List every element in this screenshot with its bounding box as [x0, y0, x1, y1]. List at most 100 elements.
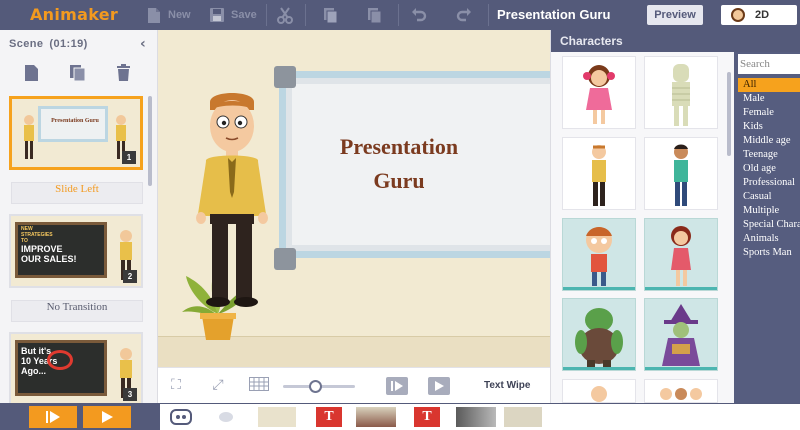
- category-search-input[interactable]: Search: [738, 54, 800, 74]
- category-female[interactable]: Female: [738, 106, 800, 120]
- trash-icon[interactable]: [114, 63, 132, 83]
- category-all[interactable]: All: [738, 78, 800, 92]
- undo-button[interactable]: [411, 4, 427, 26]
- character-card-teen[interactable]: [644, 137, 718, 210]
- characters-scrollbar[interactable]: [727, 72, 731, 156]
- project-title[interactable]: Presentation Guru: [497, 7, 610, 22]
- presenter-character-icon: [592, 145, 606, 206]
- category-professional[interactable]: Professional: [738, 176, 800, 190]
- timeline-item-character[interactable]: [258, 407, 296, 427]
- top-toolbar: Animaker New Save Presentation Guru Prev…: [0, 0, 800, 30]
- scene-panel: Scene (01:19) ‹ Presentation Guru 1 Slid…: [0, 30, 158, 406]
- category-sports-man[interactable]: Sports Man: [738, 246, 800, 260]
- scene-number-badge: 3: [123, 388, 137, 401]
- character-card-boy[interactable]: [562, 218, 636, 291]
- character-card-girl[interactable]: [562, 56, 636, 129]
- play-timeline-button[interactable]: [83, 406, 131, 428]
- scene-scrollbar[interactable]: [148, 96, 152, 186]
- cut-button[interactable]: [277, 4, 293, 26]
- transition-button-1[interactable]: Slide Left: [11, 182, 143, 204]
- whiteboard[interactable]: Presentation Guru: [279, 71, 550, 258]
- toolbar-divider: [398, 4, 399, 26]
- save-button[interactable]: Save: [209, 4, 257, 26]
- redo-icon: [456, 6, 472, 24]
- presenter-character[interactable]: [196, 88, 268, 308]
- character-icon: [24, 115, 34, 159]
- character-card-partial[interactable]: [562, 379, 636, 403]
- timeline-item-character[interactable]: [504, 407, 542, 427]
- category-middle-age[interactable]: Middle age: [738, 134, 800, 148]
- character-card-group-partial[interactable]: [644, 379, 718, 403]
- scene-thumbnail-1[interactable]: Presentation Guru 1: [9, 96, 143, 170]
- scene-thumbnail-3[interactable]: But it's 10 Years Ago... 3: [9, 332, 143, 406]
- mode-selector[interactable]: 2D: [721, 5, 797, 25]
- character-card-ogre[interactable]: [562, 298, 636, 371]
- zoom-slider-thumb[interactable]: [309, 380, 323, 393]
- character-card-woman[interactable]: [644, 218, 718, 291]
- category-multiple[interactable]: Multiple: [738, 204, 800, 218]
- collapse-panel-icon[interactable]: ‹: [140, 36, 146, 52]
- play-from-start-button[interactable]: [29, 406, 77, 428]
- copy-button[interactable]: [322, 4, 338, 26]
- play-scene-button[interactable]: [386, 377, 408, 395]
- text-item-icon[interactable]: T: [316, 407, 342, 427]
- transition-label[interactable]: Text Wipe: [484, 380, 530, 391]
- card-highlight-bar: [645, 287, 717, 290]
- add-scene-icon[interactable]: [22, 63, 40, 83]
- text-item-icon[interactable]: T: [414, 407, 440, 427]
- character-card-mummy[interactable]: [644, 56, 718, 129]
- timeline-item-background[interactable]: [456, 407, 496, 427]
- transition-button-2[interactable]: No Transition: [11, 300, 143, 322]
- timeline-track[interactable]: T T: [160, 404, 800, 430]
- stage-canvas[interactable]: Presentation Guru: [158, 30, 550, 367]
- undo-icon: [411, 6, 427, 24]
- scene-number-badge: 1: [122, 151, 136, 164]
- expand-icon[interactable]: ⤢: [208, 377, 228, 395]
- category-animals[interactable]: Animals: [738, 232, 800, 246]
- category-kids[interactable]: Kids: [738, 120, 800, 134]
- character-icon: [591, 386, 607, 402]
- character-card-presenter[interactable]: [562, 137, 636, 210]
- save-button-label: Save: [231, 9, 257, 21]
- stage-controls: ⛶ ⤢ Text Wipe: [158, 367, 550, 403]
- thumb-text-block: NEW STRATEGIES TO IMPROVE OUR SALES!: [21, 226, 101, 264]
- category-special-characters[interactable]: Special Characters: [738, 218, 800, 232]
- paste-button[interactable]: [366, 4, 382, 26]
- camera-icon[interactable]: [168, 407, 194, 427]
- boy-character-icon: [586, 227, 612, 286]
- category-list: All Male Female Kids Middle age Teenage …: [738, 78, 800, 260]
- scene-thumbnail-2[interactable]: NEW STRATEGIES TO IMPROVE OUR SALES! 2: [9, 214, 143, 288]
- effect-icon[interactable]: [216, 407, 236, 427]
- category-casual[interactable]: Casual: [738, 190, 800, 204]
- category-panel: Search All Male Female Kids Middle age T…: [734, 52, 800, 403]
- thumb-line: IMPROVE: [21, 244, 63, 254]
- new-button[interactable]: New: [146, 4, 191, 26]
- scene-title: Scene: [9, 38, 44, 50]
- grid-icon[interactable]: [249, 377, 269, 395]
- category-male[interactable]: Male: [738, 92, 800, 106]
- card-highlight-bar: [645, 367, 717, 370]
- new-file-icon: [146, 6, 162, 24]
- preview-button[interactable]: Preview: [647, 5, 703, 25]
- timeline-bar: T T: [0, 403, 800, 430]
- scene-header: Scene (01:19): [0, 30, 157, 58]
- category-teenage[interactable]: Teenage: [738, 148, 800, 162]
- thumb-line: OUR SALES!: [21, 254, 77, 264]
- scissors-icon: [277, 6, 293, 24]
- thumb-board: [38, 106, 108, 142]
- zoom-slider[interactable]: [283, 380, 355, 393]
- redo-button[interactable]: [456, 4, 472, 26]
- play-button[interactable]: [428, 377, 450, 395]
- duplicate-scene-icon[interactable]: [68, 63, 86, 83]
- board-title-line2[interactable]: Guru: [294, 168, 504, 194]
- board-clip-top: [274, 66, 296, 88]
- fit-screen-icon[interactable]: ⛶: [166, 377, 186, 395]
- card-highlight-bar: [563, 367, 635, 370]
- board-title-line1[interactable]: Presentation: [294, 134, 504, 160]
- characters-title: Characters: [551, 30, 800, 52]
- group-character-icon: [660, 388, 702, 400]
- whiteboard-surface: [292, 84, 550, 245]
- category-old-age[interactable]: Old age: [738, 162, 800, 176]
- timeline-item-crowd[interactable]: [356, 407, 396, 427]
- character-card-witch[interactable]: [644, 298, 718, 371]
